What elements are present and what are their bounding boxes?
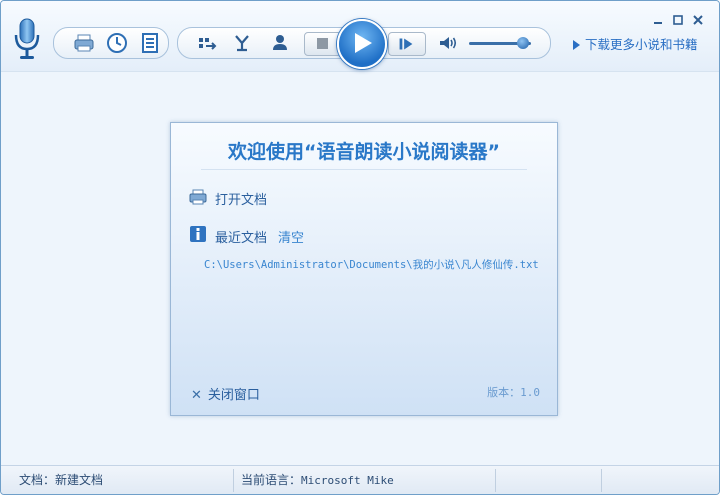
volume-slider-knob[interactable] [516,37,529,49]
merge-icon [235,35,249,52]
version-label: 版本：1.0 [487,386,540,399]
status-divider [233,469,234,492]
status-bar: 文档：新建文档 当前语言：Microsoft Mike [1,465,719,494]
play-icon [355,33,372,53]
status-language: 当前语言：Microsoft Mike [241,466,394,494]
swap-button[interactable] [196,31,220,55]
app-window: 下载更多小说和书籍 欢迎使用“语音朗读小说阅读器” 打开文档 最近文档 清空 C… [0,0,720,495]
volume-icon [440,37,457,49]
triangle-right-icon [573,40,580,50]
merge-button[interactable] [230,31,254,55]
play-button[interactable] [337,19,387,69]
minimize-button[interactable] [651,13,665,27]
close-window-button[interactable]: ✕ 关闭窗口 [191,384,260,403]
mic-icon[interactable] [11,17,43,61]
info-icon [190,226,206,242]
next-icon [399,38,413,50]
volume-button[interactable] [436,31,460,55]
download-more-label: 下载更多小说和书籍 [585,37,698,52]
chapter-list-button[interactable] [138,31,162,55]
close-window-label: 关闭窗口 [207,388,260,403]
close-button[interactable] [691,13,705,27]
welcome-dialog: 欢迎使用“语音朗读小说阅读器” 打开文档 最近文档 清空 C:\Users\Ad… [170,122,558,416]
print-icon [74,34,94,52]
status-divider [601,469,602,492]
status-lang-label: 当前语言： [241,473,302,487]
list-icon [142,33,158,53]
open-document-icon[interactable] [189,188,207,206]
dialog-title: 欢迎使用“语音朗读小说阅读器” [228,141,500,163]
stop-icon [317,38,328,49]
swap-icon [199,38,217,50]
toolbar: 下载更多小说和书籍 [1,1,719,72]
print-button[interactable] [72,31,96,55]
clock-icon [107,33,127,53]
open-document-link[interactable]: 打开文档 [215,189,267,208]
recent-document-path[interactable]: C:\Users\Administrator\Documents\我的小说\凡人… [204,257,539,272]
download-more-link[interactable]: 下载更多小说和书籍 [573,34,698,53]
status-divider [495,469,496,492]
close-icon: ✕ [191,388,202,403]
next-button[interactable] [388,32,426,56]
file-tools-group [53,27,169,59]
user-icon [273,35,287,50]
status-doc-value: 新建文档 [55,473,104,487]
maximize-button[interactable] [671,13,685,27]
title-divider [201,169,527,170]
status-doc: 文档：新建文档 [19,466,104,494]
clear-recent-link[interactable]: 清空 [278,227,304,246]
voice-button[interactable] [268,31,292,55]
status-lang-value: Microsoft Mike [301,474,394,487]
status-doc-label: 文档： [19,473,56,487]
timer-button[interactable] [105,31,129,55]
recent-documents-label: 最近文档 [215,231,268,246]
